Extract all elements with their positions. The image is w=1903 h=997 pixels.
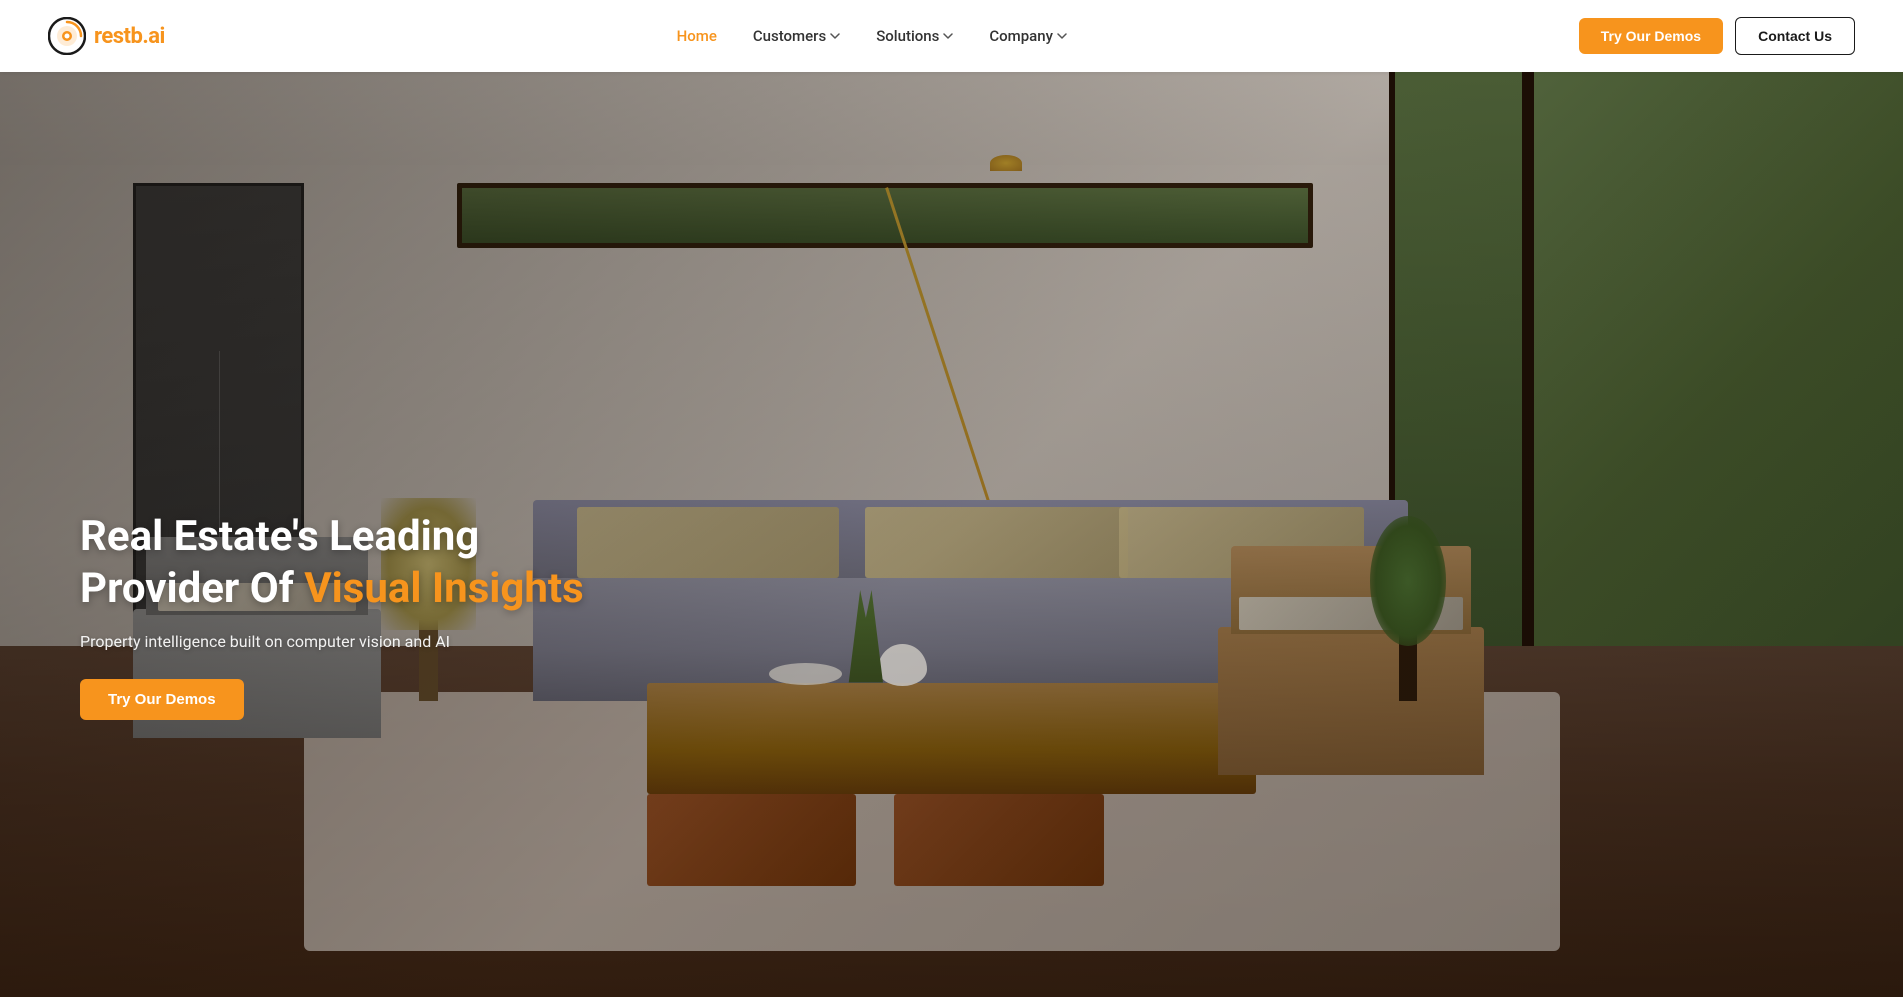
home-link[interactable]: Home <box>663 19 731 53</box>
hero-cta-button[interactable]: Try Our Demos <box>80 679 244 720</box>
nav-solutions[interactable]: Solutions <box>862 19 967 53</box>
hero-content: Real Estate's Leading Provider Of Visual… <box>0 511 680 720</box>
logo[interactable]: restb.ai <box>48 17 165 55</box>
chevron-down-icon-company <box>1057 31 1067 41</box>
company-link[interactable]: Company <box>975 19 1081 53</box>
navbar: restb.ai Home Customers Solutions <box>0 0 1903 72</box>
nav-actions: Try Our Demos Contact Us <box>1579 17 1855 55</box>
hero-subtitle: Property intelligence built on computer … <box>80 632 600 651</box>
nav-company[interactable]: Company <box>975 19 1081 53</box>
chevron-down-icon <box>830 31 840 41</box>
contact-us-button[interactable]: Contact Us <box>1735 17 1855 55</box>
hero-title: Real Estate's Leading Provider Of Visual… <box>80 511 600 616</box>
nav-links: Home Customers Solutions Company <box>663 19 1081 53</box>
hero-title-highlight: Visual Insights <box>304 564 584 613</box>
nav-customers[interactable]: Customers <box>739 19 854 53</box>
try-demos-button[interactable]: Try Our Demos <box>1579 18 1723 54</box>
hero-section: Real Estate's Leading Provider Of Visual… <box>0 72 1903 997</box>
logo-text: restb.ai <box>94 24 165 49</box>
customers-link[interactable]: Customers <box>739 19 854 53</box>
nav-home[interactable]: Home <box>663 19 731 53</box>
chevron-down-icon-solutions <box>943 31 953 41</box>
logo-icon <box>48 17 86 55</box>
solutions-link[interactable]: Solutions <box>862 19 967 53</box>
